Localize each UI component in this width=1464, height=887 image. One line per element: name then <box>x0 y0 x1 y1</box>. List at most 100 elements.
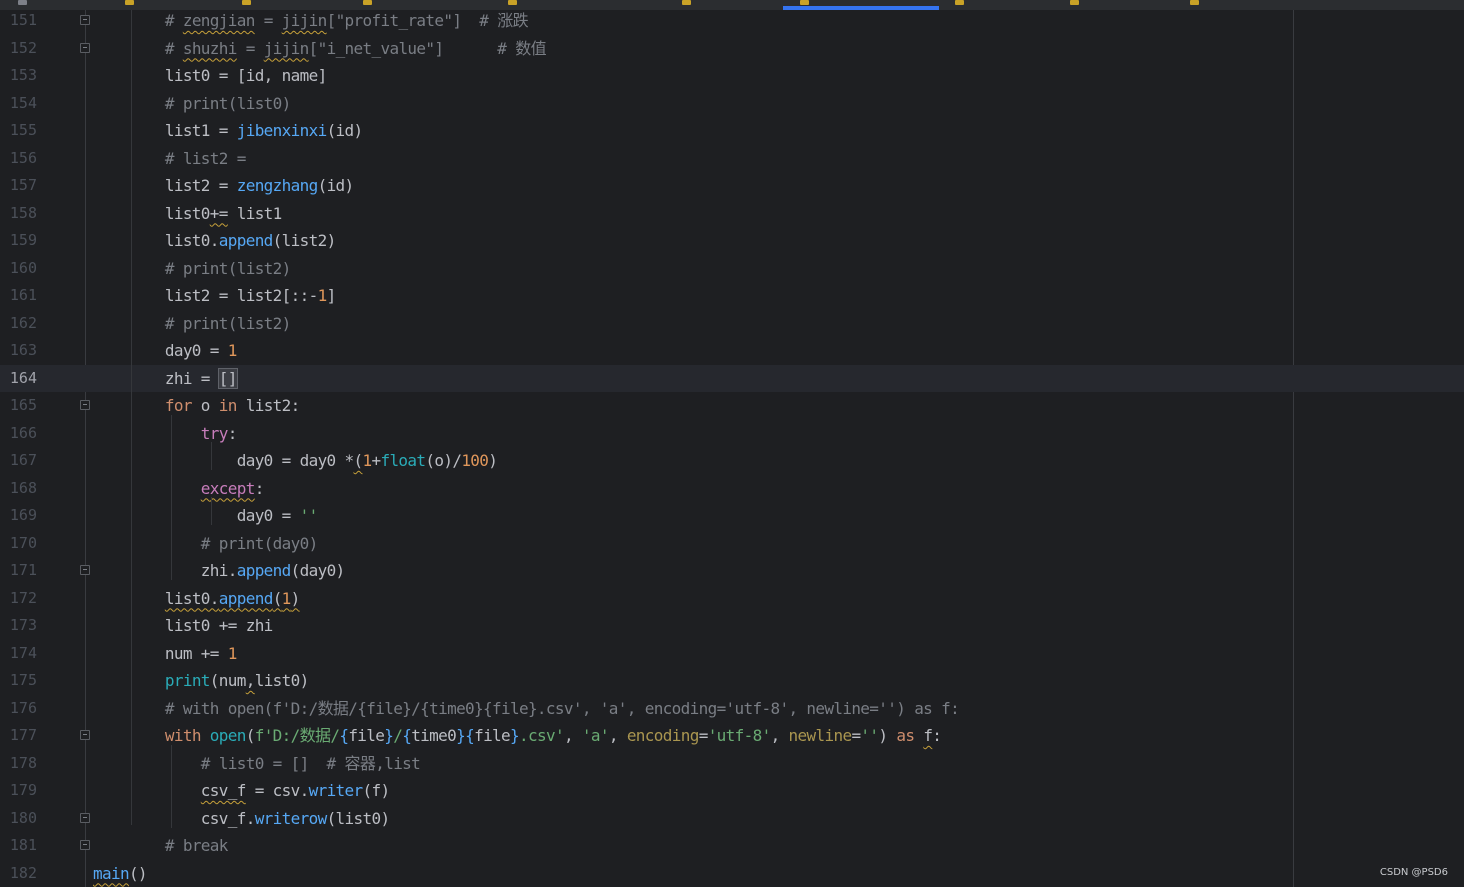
code-line[interactable]: 155 list1 = jibenxinxi(id) <box>0 117 1464 145</box>
line-number[interactable]: 151 <box>0 7 37 35</box>
line-number[interactable]: 171 <box>0 557 37 585</box>
line-number[interactable]: 173 <box>0 612 37 640</box>
code-text[interactable]: # with open(f'D:/数据/{file}/{time0}{file}… <box>93 695 960 723</box>
code-line[interactable]: 165 for o in list2: <box>0 392 1464 420</box>
line-number[interactable]: 178 <box>0 750 37 778</box>
line-number[interactable]: 153 <box>0 62 37 90</box>
line-number[interactable]: 165 <box>0 392 37 420</box>
code-text[interactable]: list0+= list1 <box>93 200 282 228</box>
line-number[interactable]: 159 <box>0 227 37 255</box>
line-number[interactable]: 179 <box>0 777 37 805</box>
line-number[interactable]: 177 <box>0 722 37 750</box>
code-text[interactable]: day0 = '' <box>93 502 319 530</box>
code-text[interactable]: list2 = zengzhang(id) <box>93 172 354 200</box>
line-number[interactable]: 170 <box>0 530 37 558</box>
code-text[interactable]: day0 = day0 *(1+float(o)/100) <box>93 447 498 475</box>
code-line[interactable]: 157 list2 = zengzhang(id) <box>0 172 1464 200</box>
line-number[interactable]: 182 <box>0 860 37 887</box>
code-line[interactable]: 160 # print(list2) <box>0 255 1464 283</box>
line-number[interactable]: 162 <box>0 310 37 338</box>
code-line[interactable]: 153 list0 = [id, name] <box>0 62 1464 90</box>
code-line[interactable]: 167 day0 = day0 *(1+float(o)/100) <box>0 447 1464 475</box>
code-text[interactable]: csv_f = csv.writer(f) <box>93 777 390 805</box>
code-text[interactable]: try: <box>93 420 238 448</box>
code-text[interactable]: except: <box>93 475 265 503</box>
code-text[interactable]: # list0 = [] # 容器,list <box>93 750 421 778</box>
code-line[interactable]: 173 list0 += zhi <box>0 612 1464 640</box>
code-text[interactable]: # shuzhi = jijin["i_net_value"] # 数值 <box>93 35 547 63</box>
code-line[interactable]: 178 # list0 = [] # 容器,list <box>0 750 1464 778</box>
code-line[interactable]: 170 # print(day0) <box>0 530 1464 558</box>
code-line[interactable]: 156 # list2 = <box>0 145 1464 173</box>
fold-marker-icon[interactable] <box>80 565 90 575</box>
line-number[interactable]: 169 <box>0 502 37 530</box>
code-line[interactable]: 152 # shuzhi = jijin["i_net_value"] # 数值 <box>0 35 1464 63</box>
code-text[interactable]: # break <box>93 832 229 860</box>
code-text[interactable]: # print(day0) <box>93 530 318 558</box>
code-line[interactable]: 172 list0.append(1) <box>0 585 1464 613</box>
code-text[interactable]: day0 = 1 <box>93 337 238 365</box>
code-text[interactable]: main() <box>93 860 148 887</box>
fold-marker-icon[interactable] <box>80 812 90 823</box>
code-line[interactable]: 175 print(num,list0) <box>0 667 1464 695</box>
fold-marker-icon[interactable] <box>80 15 90 25</box>
line-number[interactable]: 152 <box>0 35 37 63</box>
code-text[interactable]: list0 += zhi <box>93 612 273 640</box>
line-number[interactable]: 160 <box>0 255 37 283</box>
code-text[interactable]: zhi = [] <box>93 365 238 393</box>
code-text[interactable]: list0.append(list2) <box>93 227 336 255</box>
line-number[interactable]: 163 <box>0 337 37 365</box>
line-number[interactable]: 164 <box>0 365 37 393</box>
line-number[interactable]: 154 <box>0 90 37 118</box>
line-number[interactable]: 156 <box>0 145 37 173</box>
code-line[interactable]: 177 with open(f'D:/数据/{file}/{time0}{fil… <box>0 722 1464 750</box>
code-text[interactable]: print(num,list0) <box>93 667 309 695</box>
code-text[interactable]: num += 1 <box>93 640 238 668</box>
code-line[interactable]: 151 # zengjian = jijin["profit_rate"] # … <box>0 7 1464 35</box>
line-number[interactable]: 176 <box>0 695 37 723</box>
line-number[interactable]: 161 <box>0 282 37 310</box>
code-line[interactable]: 154 # print(list0) <box>0 90 1464 118</box>
code-line[interactable]: 164 zhi = [] <box>0 364 1464 393</box>
code-text[interactable]: # list2 = <box>93 145 247 173</box>
fold-marker-icon[interactable] <box>80 42 90 53</box>
fold-marker-icon[interactable] <box>80 730 90 740</box>
code-line[interactable]: 171 zhi.append(day0) <box>0 557 1464 585</box>
line-number[interactable]: 175 <box>0 667 37 695</box>
code-line[interactable]: 162 # print(list2) <box>0 310 1464 338</box>
code-line[interactable]: 159 list0.append(list2) <box>0 227 1464 255</box>
line-number[interactable]: 181 <box>0 832 37 860</box>
code-text[interactable]: with open(f'D:/数据/{file}/{time0}{file}.c… <box>93 722 942 750</box>
code-text[interactable]: csv_f.writerow(list0) <box>93 805 390 833</box>
code-text[interactable]: for o in list2: <box>93 392 300 420</box>
code-line[interactable]: 163 day0 = 1 <box>0 337 1464 365</box>
code-text[interactable]: list2 = list2[::-1] <box>93 282 336 310</box>
code-text[interactable]: list1 = jibenxinxi(id) <box>93 117 363 145</box>
line-number[interactable]: 172 <box>0 585 37 613</box>
line-number[interactable]: 158 <box>0 200 37 228</box>
fold-marker-icon[interactable] <box>80 840 90 850</box>
line-number[interactable]: 167 <box>0 447 37 475</box>
code-editor[interactable]: 151 # zengjian = jijin["profit_rate"] # … <box>0 10 1464 887</box>
code-line[interactable]: 168 except: <box>0 475 1464 503</box>
code-line[interactable]: 179 csv_f = csv.writer(f) <box>0 777 1464 805</box>
line-number[interactable]: 155 <box>0 117 37 145</box>
code-text[interactable]: # zengjian = jijin["profit_rate"] # 涨跌 <box>93 7 529 35</box>
line-number[interactable]: 166 <box>0 420 37 448</box>
code-text[interactable]: # print(list2) <box>93 310 291 338</box>
code-text[interactable]: # print(list0) <box>93 90 291 118</box>
fold-marker-icon[interactable] <box>80 400 90 410</box>
code-line[interactable]: 176 # with open(f'D:/数据/{file}/{time0}{f… <box>0 695 1464 723</box>
line-number[interactable]: 174 <box>0 640 37 668</box>
code-line[interactable]: 158 list0+= list1 <box>0 200 1464 228</box>
line-number[interactable]: 168 <box>0 475 37 503</box>
code-line[interactable]: 181 # break <box>0 832 1464 860</box>
code-text[interactable]: list0.append(1) <box>93 585 300 613</box>
line-number[interactable]: 180 <box>0 805 37 833</box>
code-line[interactable]: 182 main() <box>0 860 1464 887</box>
code-text[interactable]: # print(list2) <box>93 255 291 283</box>
code-line[interactable]: 169 day0 = '' <box>0 502 1464 530</box>
code-line[interactable]: 161 list2 = list2[::-1] <box>0 282 1464 310</box>
code-line[interactable]: 166 try: <box>0 420 1464 448</box>
code-line[interactable]: 180 csv_f.writerow(list0) <box>0 805 1464 833</box>
